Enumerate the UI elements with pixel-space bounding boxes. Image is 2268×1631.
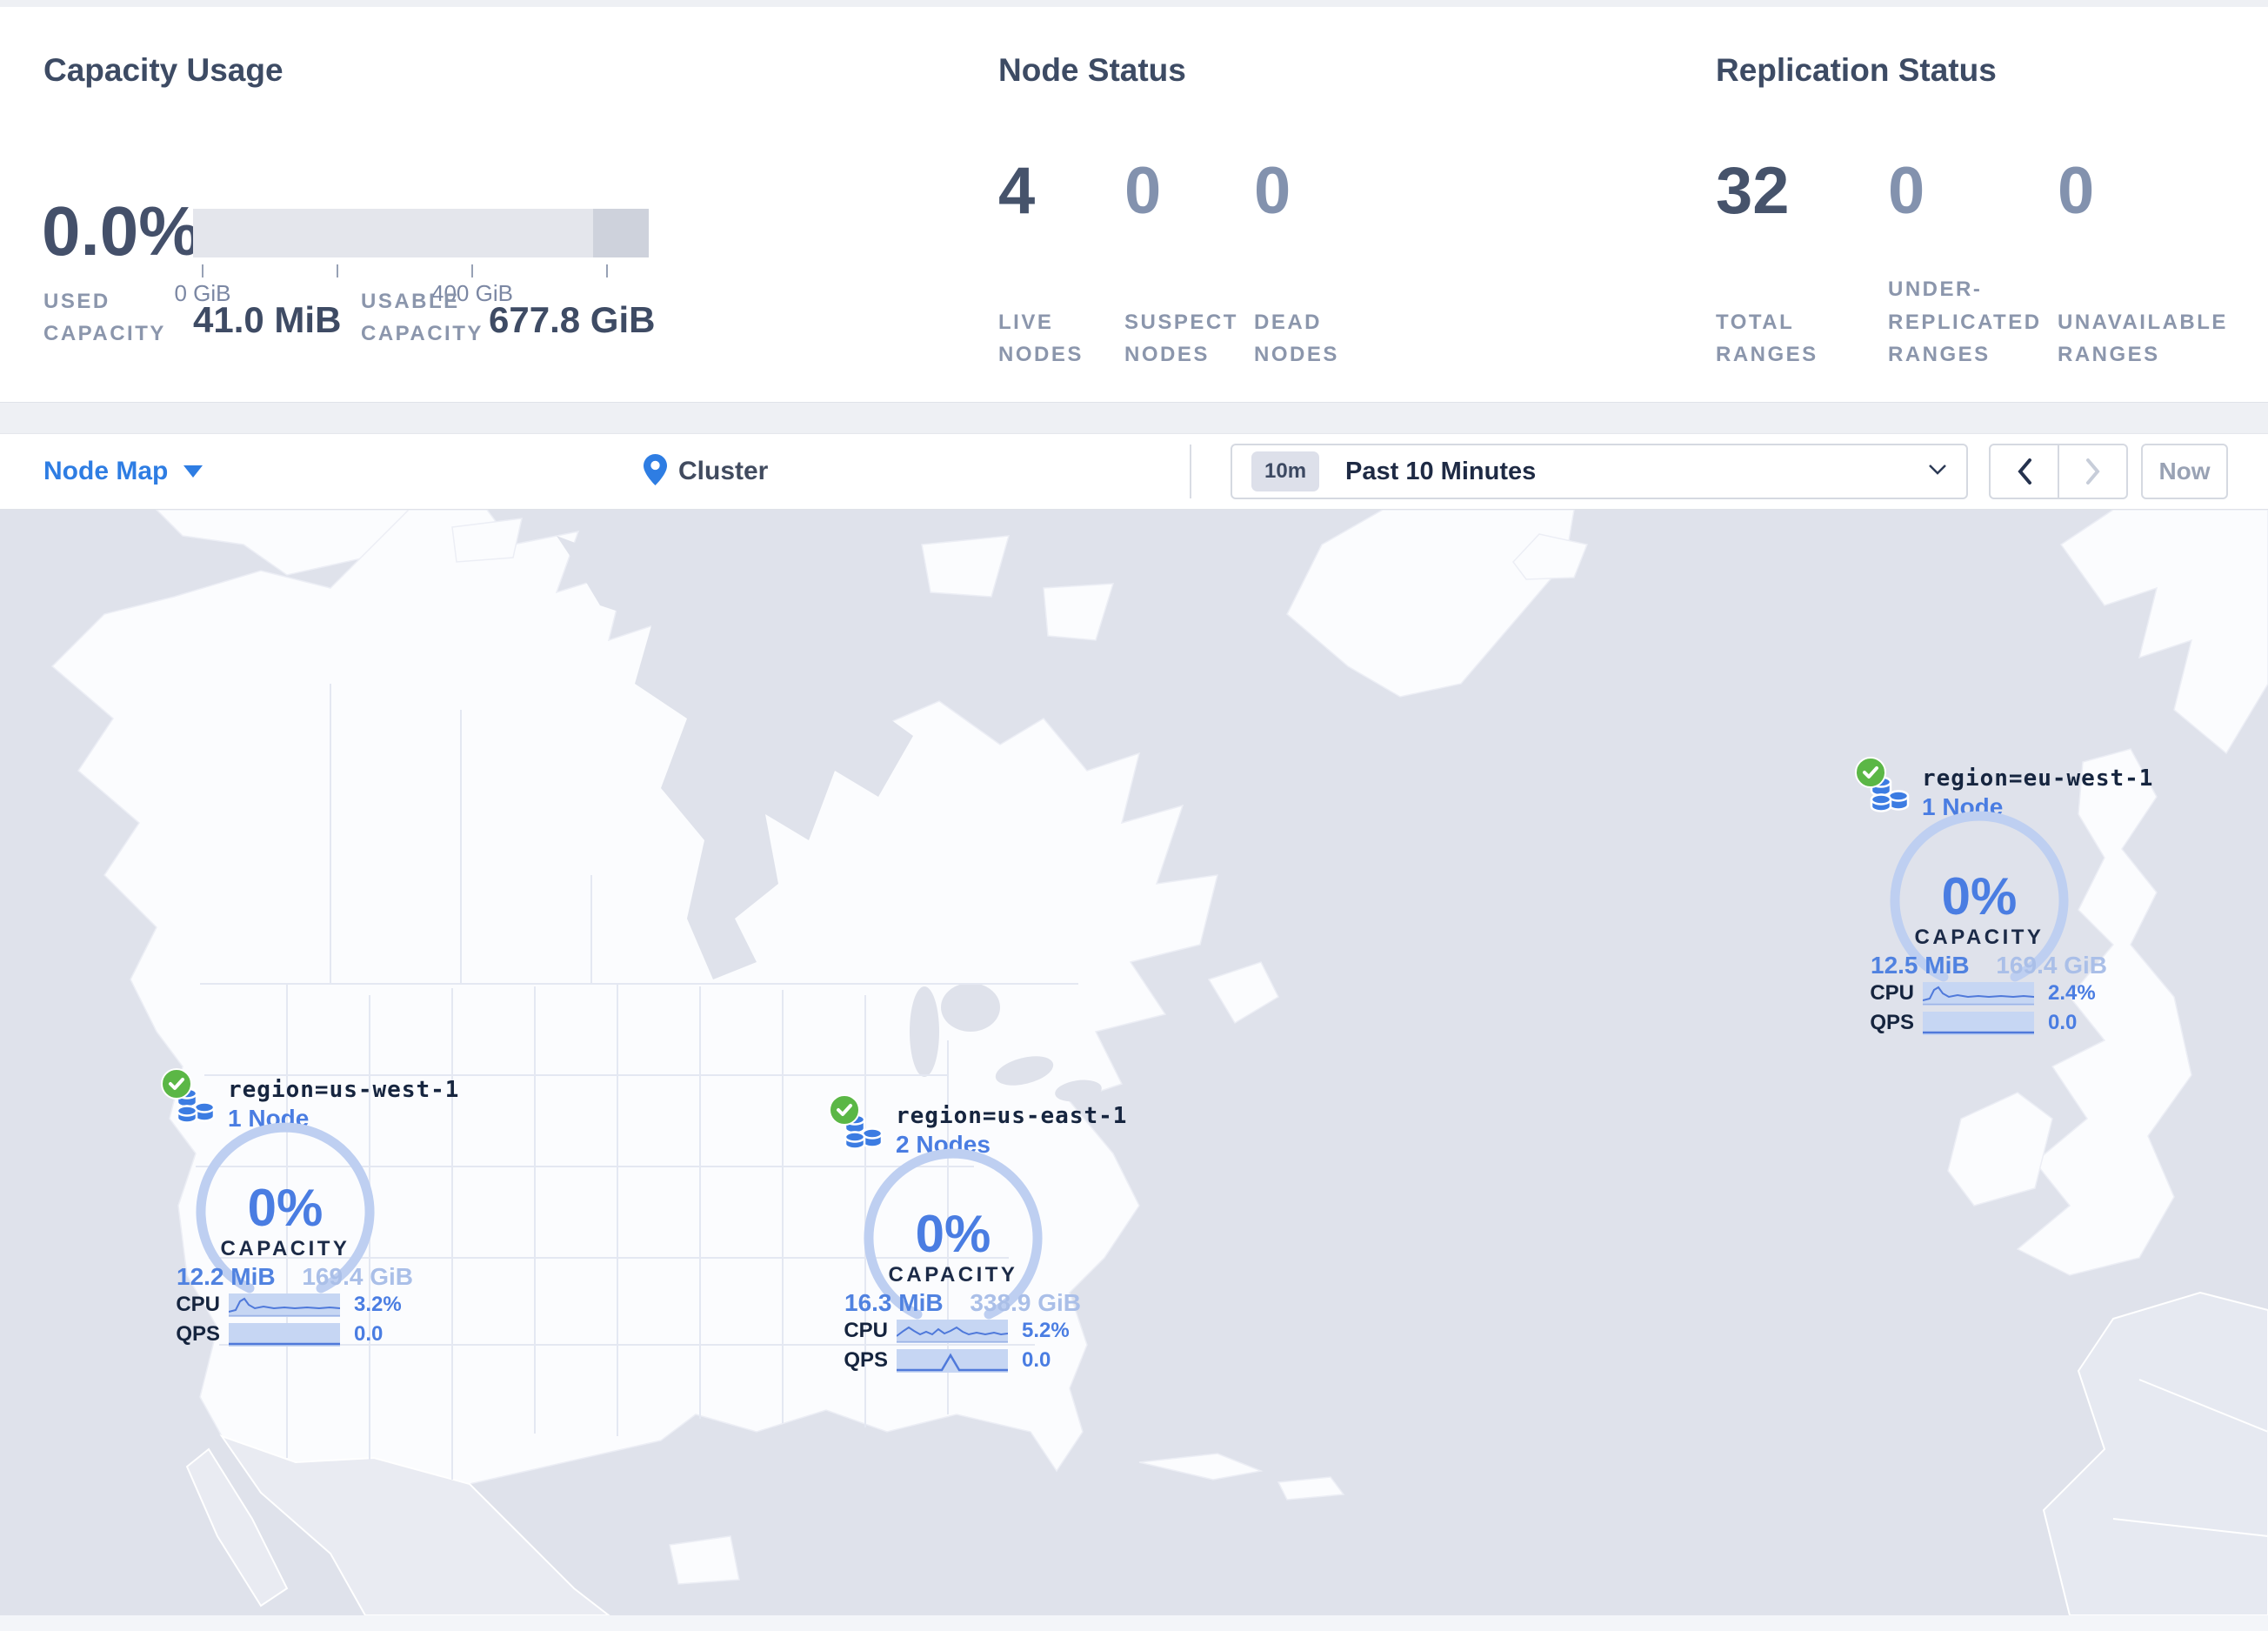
node-status-title: Node Status bbox=[998, 52, 1186, 88]
qps-value: 0.0 bbox=[2048, 1011, 2078, 1034]
next-interval-button[interactable] bbox=[2059, 445, 2126, 498]
cpu-value: 2.4% bbox=[2048, 981, 2096, 1005]
suspect-nodes-label: SUSPECT NODES bbox=[1124, 310, 1238, 366]
region-name: region=us-east-1 bbox=[896, 1103, 1128, 1129]
world-map-graphic bbox=[0, 510, 2268, 1615]
dead-nodes-count: 0 bbox=[1254, 154, 1291, 228]
suspect-nodes-count: 0 bbox=[1124, 154, 1162, 228]
under-replicated-ranges-count: 0 bbox=[1888, 154, 1925, 228]
cpu-sparkline bbox=[1923, 981, 2034, 1006]
usable-capacity-value: 677.8 GiB bbox=[489, 299, 656, 340]
capacity-bar-reserved-segment bbox=[593, 209, 649, 257]
chevron-down-icon bbox=[183, 465, 203, 478]
capacity-tick bbox=[202, 264, 203, 277]
now-button[interactable]: Now bbox=[2141, 444, 2228, 499]
view-selector-label: Node Map bbox=[43, 457, 169, 485]
breadcrumb[interactable]: Cluster bbox=[644, 434, 768, 509]
dead-nodes-label: DEAD NODES bbox=[1254, 310, 1339, 366]
region-used-capacity: 16.3 MiB bbox=[844, 1289, 944, 1316]
region-total-capacity: 169.4 GiB bbox=[1996, 952, 2107, 979]
under-replicated-ranges-label: UNDER-REPLICATED RANGES bbox=[1888, 277, 2042, 366]
unavailable-ranges-label: UNAVAILABLE RANGES bbox=[2058, 310, 2228, 366]
capacity-gauge-label: CAPACITY bbox=[220, 1237, 350, 1260]
chevron-left-icon bbox=[2017, 458, 2031, 485]
capacity-tick bbox=[471, 264, 473, 277]
total-ranges-label: TOTAL RANGES bbox=[1716, 310, 1818, 366]
cpu-sparkline bbox=[897, 1319, 1008, 1343]
healthy-check-icon bbox=[829, 1094, 860, 1126]
node-map[interactable]: region=us-west-1 1 Node 0% CAPACITY 12.2… bbox=[0, 510, 2268, 1615]
region-total-capacity: 169.4 GiB bbox=[302, 1263, 413, 1290]
chevron-down-icon bbox=[1928, 464, 1947, 480]
qps-sparkline bbox=[1923, 1011, 2034, 1035]
capacity-usage-title: Capacity Usage bbox=[43, 52, 284, 88]
cpu-label: CPU bbox=[844, 1319, 888, 1342]
region-capacity-percent: 0% bbox=[915, 1205, 991, 1263]
qps-label: QPS bbox=[176, 1322, 220, 1346]
capacity-percent: 0.0% bbox=[42, 192, 201, 270]
region-capacity-percent: 0% bbox=[247, 1179, 324, 1237]
page-bottom-strip bbox=[0, 1615, 2268, 1631]
toolbar-divider bbox=[1190, 445, 1191, 498]
used-capacity-label: USED CAPACITY bbox=[43, 290, 166, 346]
qps-value: 0.0 bbox=[1022, 1348, 1051, 1372]
usable-capacity-label: USABLE CAPACITY bbox=[361, 290, 484, 346]
region-capacity-percent: 0% bbox=[1941, 867, 2018, 926]
capacity-gauge-label: CAPACITY bbox=[888, 1263, 1018, 1287]
time-range-select[interactable]: 10m Past 10 Minutes bbox=[1231, 444, 1968, 499]
qps-sparkline bbox=[229, 1322, 340, 1347]
replication-status-title: Replication Status bbox=[1716, 52, 1997, 88]
qps-sparkline bbox=[897, 1348, 1008, 1373]
time-range-label: Past 10 Minutes bbox=[1345, 457, 1537, 485]
cluster-summary-bar: Capacity Usage 0.0% 0 GiB 400 GiB USED C… bbox=[0, 7, 2268, 403]
region-name: region=eu-west-1 bbox=[1922, 765, 2154, 792]
prev-interval-button[interactable] bbox=[1991, 445, 2059, 498]
live-nodes-label: LIVE NODES bbox=[998, 310, 1084, 366]
qps-label: QPS bbox=[1870, 1011, 1914, 1034]
map-pin-icon bbox=[644, 453, 667, 490]
cpu-sparkline bbox=[229, 1293, 340, 1317]
map-toolbar: Node Map Cluster 10m Past 10 Minutes Now bbox=[0, 433, 2268, 510]
cpu-value: 3.2% bbox=[354, 1293, 402, 1316]
region-used-capacity: 12.5 MiB bbox=[1871, 952, 1970, 979]
capacity-bar bbox=[193, 209, 649, 257]
region-total-capacity: 338.9 GiB bbox=[970, 1289, 1081, 1316]
healthy-check-icon bbox=[1855, 757, 1886, 788]
region-name: region=us-west-1 bbox=[228, 1077, 460, 1103]
cpu-value: 5.2% bbox=[1022, 1319, 1070, 1342]
capacity-tick bbox=[337, 264, 338, 277]
live-nodes-count: 4 bbox=[998, 154, 1036, 228]
capacity-gauge-label: CAPACITY bbox=[1914, 926, 2045, 949]
unavailable-ranges-count: 0 bbox=[2058, 154, 2095, 228]
healthy-check-icon bbox=[161, 1068, 192, 1100]
total-ranges-count: 32 bbox=[1716, 154, 1790, 228]
capacity-tick bbox=[606, 264, 608, 277]
qps-label: QPS bbox=[844, 1348, 888, 1372]
qps-value: 0.0 bbox=[354, 1322, 384, 1346]
time-pager bbox=[1989, 444, 2128, 499]
cpu-label: CPU bbox=[176, 1293, 220, 1316]
chevron-right-icon bbox=[2085, 458, 2100, 485]
time-preset-badge: 10m bbox=[1251, 451, 1320, 491]
breadcrumb-label: Cluster bbox=[678, 457, 769, 485]
region-used-capacity: 12.2 MiB bbox=[177, 1263, 276, 1290]
view-selector-dropdown[interactable]: Node Map bbox=[43, 434, 203, 509]
used-capacity-value: 41.0 MiB bbox=[193, 299, 342, 340]
cpu-label: CPU bbox=[1870, 981, 1914, 1005]
